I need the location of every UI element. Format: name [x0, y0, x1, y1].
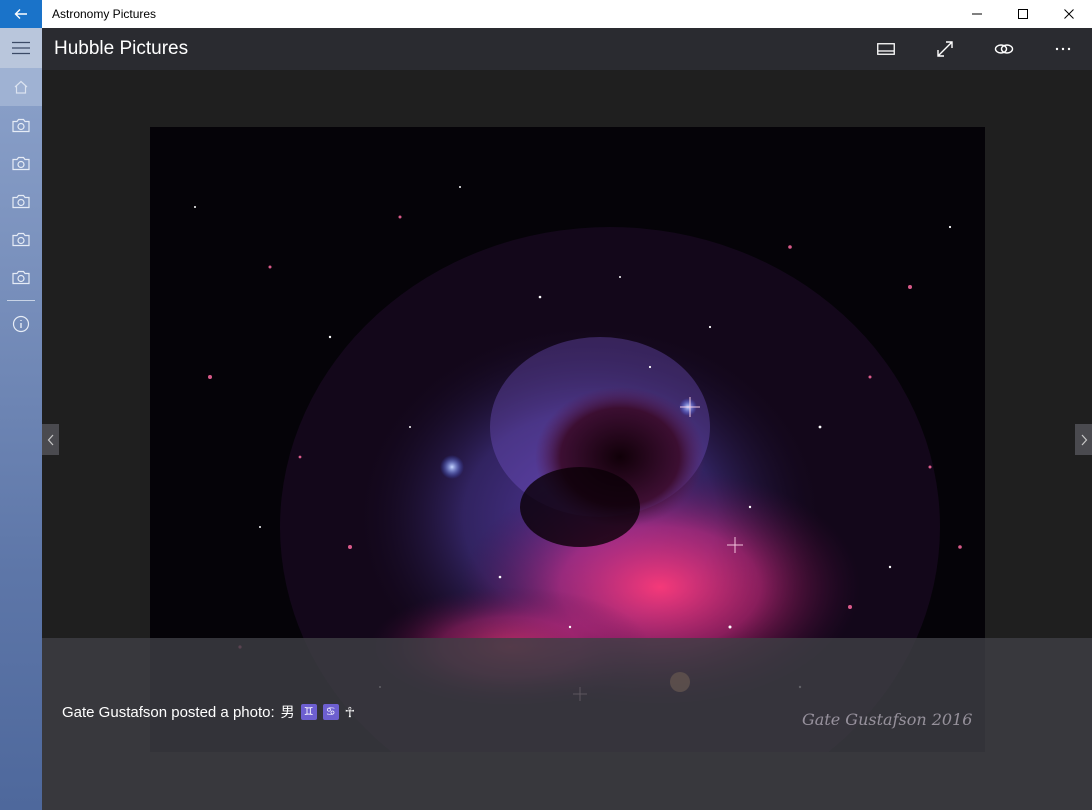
chevron-right-icon: [1081, 434, 1087, 445]
hamburger-icon: [12, 41, 30, 55]
navigation-sidebar: [0, 28, 42, 810]
camera-icon: [12, 118, 30, 132]
back-button[interactable]: [0, 0, 42, 28]
caption-panel: Gate Gustafson posted a photo: 男 ♊ ♋ ☥ G…: [42, 638, 1092, 810]
sidebar-item-info[interactable]: [0, 305, 42, 343]
sidebar-divider: [7, 300, 35, 301]
info-icon: [12, 315, 30, 333]
back-arrow-icon: [14, 9, 27, 19]
previous-photo-button[interactable]: [42, 424, 59, 455]
caption-glyph: 男: [280, 704, 295, 720]
camera-icon: [12, 156, 30, 170]
fullscreen-button[interactable]: [915, 28, 974, 70]
sidebar-item-camera-5[interactable]: [0, 258, 42, 296]
photo-viewer: Gate Gustafson posted a photo: 男 ♊ ♋ ☥ G…: [42, 70, 1092, 810]
sidebar-item-camera-4[interactable]: [0, 220, 42, 258]
more-options-icon: [1055, 47, 1070, 51]
next-photo-button[interactable]: [1075, 424, 1092, 455]
link-button[interactable]: [974, 28, 1033, 70]
page-title: Hubble Pictures: [54, 38, 189, 59]
maximize-button[interactable]: [1000, 0, 1046, 28]
sidebar-item-camera-1[interactable]: [0, 106, 42, 144]
app-title: Astronomy Pictures: [52, 7, 157, 21]
cancer-glyph: ♋: [322, 704, 339, 720]
compact-view-button[interactable]: [856, 28, 915, 70]
ankh-glyph: ☥: [344, 703, 356, 720]
fullscreen-icon: [936, 41, 953, 57]
photo-signature: Gate Gustafson 2016: [802, 710, 973, 729]
gemini-glyph: ♊: [300, 704, 317, 720]
sidebar-item-camera-2[interactable]: [0, 144, 42, 182]
photo-caption: Gate Gustafson posted a photo: 男 ♊ ♋ ☥: [62, 702, 355, 722]
camera-icon: [12, 270, 30, 284]
close-icon: [1064, 9, 1074, 19]
window-title-bar: Astronomy Pictures: [0, 0, 1092, 28]
camera-icon: [12, 232, 30, 246]
minimize-icon: [972, 13, 982, 15]
hamburger-menu-button[interactable]: [0, 28, 42, 68]
compact-view-icon: [876, 43, 895, 55]
home-icon: [14, 80, 28, 94]
minimize-button[interactable]: [954, 0, 1000, 28]
sidebar-item-camera-3[interactable]: [0, 182, 42, 220]
close-button[interactable]: [1046, 0, 1092, 28]
sidebar-item-home[interactable]: [0, 68, 42, 106]
page-header: Hubble Pictures: [42, 28, 1092, 70]
camera-icon: [12, 194, 30, 208]
chevron-left-icon: [47, 434, 53, 445]
maximize-icon: [1018, 9, 1028, 19]
more-options-button[interactable]: [1033, 28, 1092, 70]
link-icon: [994, 44, 1013, 54]
caption-text: Gate Gustafson posted a photo:: [62, 703, 275, 721]
